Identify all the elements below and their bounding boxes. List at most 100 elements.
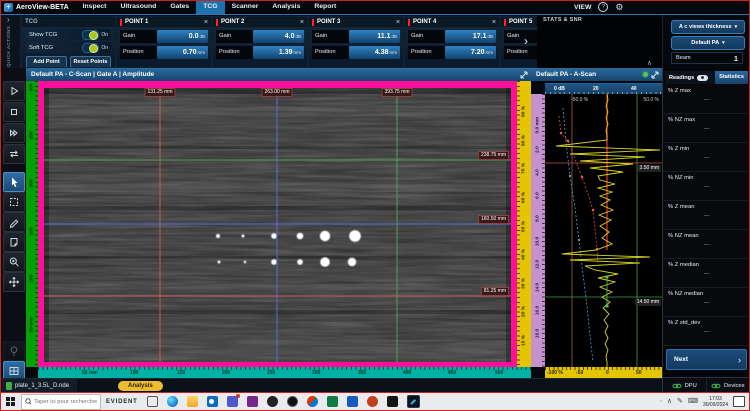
devices-status-button[interactable]: Devices (707, 378, 750, 393)
reading-row[interactable]: % NZ min--- (663, 172, 750, 201)
marquee-select-button[interactable] (3, 192, 25, 212)
pin-tool-button[interactable] (3, 341, 25, 361)
cscan-header[interactable]: Default PA - C-Scan | Gate A | Amplitude (26, 68, 531, 81)
cscan-scan-axis-ruler[interactable]: 300 250 200 150 100 50 mm (26, 81, 38, 367)
stop-button[interactable] (3, 102, 25, 122)
close-icon[interactable]: × (300, 19, 304, 26)
search-input[interactable] (34, 399, 97, 405)
scroll-panels-icon[interactable]: › (524, 35, 528, 47)
reading-row[interactable]: % Z std_dev--- (663, 317, 750, 346)
word-icon[interactable] (347, 396, 358, 407)
gain-value[interactable]: 4.0dB (253, 30, 304, 43)
pa-group-dropdown[interactable]: Default PA▾ (671, 36, 745, 50)
green-hcursor-label[interactable]: 238.75 mm (478, 151, 509, 160)
browser-globe-icon[interactable] (307, 396, 318, 407)
ascan-view[interactable]: -50.0 % 50.0 % 3.50 mm 14.50 mm (545, 94, 662, 367)
soft-tcg-toggle[interactable] (82, 43, 99, 53)
note-tool-button[interactable] (3, 232, 25, 252)
edge-browser-icon[interactable] (167, 396, 178, 407)
close-icon[interactable]: × (492, 19, 496, 26)
cscan-index-axis-ruler[interactable]: 50 mm 100 150 200 250 300 350 400 450 50… (38, 367, 531, 378)
zoom-tool-button[interactable] (3, 252, 25, 272)
reading-row[interactable]: % NZ median--- (663, 288, 750, 317)
powerpoint-icon[interactable] (367, 396, 378, 407)
ascan-depth-ruler[interactable]: 0.0 mm 2.0 4.0 6.0 8.0 10.0 12.0 14.0 16… (531, 94, 545, 367)
windows-start-icon[interactable] (6, 397, 15, 406)
menu-scanner[interactable]: Scanner (225, 0, 266, 14)
cscan-image[interactable]: 131.25 mm 263.00 mm 393.75 mm 238.75 mm … (44, 88, 511, 362)
tab-statistics[interactable]: Statistics (715, 71, 748, 84)
gain-value[interactable]: 0.0dB (157, 30, 208, 43)
next-button[interactable]: Next › (666, 349, 747, 370)
green-cursor-label[interactable]: 393.75 mm (381, 88, 412, 97)
reading-row[interactable]: % NZ mean--- (663, 230, 750, 259)
loop-playback-button[interactable] (3, 144, 25, 164)
expand-quick-actions-icon[interactable]: › (7, 15, 10, 24)
cscan-amplitude-ruler[interactable]: 90 % 80 % 70 % 60 % 50 % 40 % 30 % 20 % … (517, 81, 531, 367)
view-menu[interactable]: VIEW (574, 4, 591, 11)
annotate-pencil-button[interactable] (3, 212, 25, 232)
collapse-stats-icon[interactable]: ∧ (647, 59, 652, 67)
gain-value[interactable]: 11.1dB (349, 30, 400, 43)
position-value[interactable]: 7.20mm (445, 46, 496, 59)
analysis-mode-badge[interactable]: Analysis (118, 381, 163, 391)
fast-forward-button[interactable] (3, 123, 25, 143)
close-icon[interactable]: × (396, 19, 400, 26)
file-explorer-icon[interactable] (187, 396, 198, 407)
menu-tcg[interactable]: TCG (196, 0, 224, 14)
pointer-tool-button[interactable] (3, 172, 25, 192)
tray-pen-icon[interactable]: ✎ (677, 398, 683, 406)
excel-icon[interactable] (327, 396, 338, 407)
tray-hidden-icon[interactable]: ▫ (659, 398, 661, 406)
menu-analysis[interactable]: Analysis (265, 0, 307, 14)
dpu-status-button[interactable]: DPU (663, 378, 707, 393)
eye-toggle-icon[interactable] (697, 75, 708, 81)
settings-gear-icon[interactable]: ⚙ (615, 3, 623, 12)
views-layout-dropdown[interactable]: A c views thickness▾ (671, 20, 745, 34)
task-view-icon[interactable] (147, 396, 158, 407)
position-value[interactable]: 4.38mm (349, 46, 400, 59)
reading-row[interactable]: % Z min--- (663, 143, 750, 172)
beam-field[interactable]: Beam 1 (671, 52, 743, 64)
tray-chevron-up-icon[interactable]: ∧ (667, 398, 672, 406)
notification-center-icon[interactable] (733, 396, 745, 407)
depth-cursor-label-1[interactable]: 3.50 mm (638, 165, 661, 172)
menu-report[interactable]: Report (307, 0, 343, 14)
red-cursor-label[interactable]: 131.25 mm (144, 88, 175, 97)
file-tab[interactable]: plate_1_3.5L_D.nde (2, 379, 77, 392)
expand-view-icon[interactable] (651, 71, 659, 79)
play-button[interactable] (3, 81, 25, 101)
blue-hcursor-label[interactable]: 160.50 mm (478, 215, 509, 224)
reading-row[interactable]: % NZ max--- (663, 114, 750, 143)
menu-ultrasound[interactable]: Ultrasound (113, 0, 163, 14)
teams-icon[interactable] (227, 396, 238, 407)
expand-view-icon[interactable] (520, 71, 528, 79)
tray-keyboard-icon[interactable]: ⌨ (688, 398, 698, 406)
blue-cursor-label[interactable]: 263.00 mm (261, 88, 292, 97)
close-icon[interactable]: × (204, 19, 208, 26)
show-tcg-toggle[interactable] (82, 30, 99, 40)
reading-row[interactable]: % Z max--- (663, 85, 750, 114)
taskbar-search[interactable] (21, 394, 101, 410)
reading-row[interactable]: % Z median--- (663, 259, 750, 288)
ascan-header[interactable]: Default PA - A-Scan (531, 68, 662, 81)
ascan-amplitude-ruler[interactable]: -100 % -50 0 50 (545, 367, 662, 378)
menu-inspect[interactable]: Inspect (76, 0, 114, 14)
gain-value[interactable]: 17.1dB (445, 30, 496, 43)
app-icon[interactable] (267, 396, 278, 407)
red-hcursor-label[interactable]: 81.25 mm (481, 287, 509, 296)
help-icon[interactable]: ? (598, 2, 608, 12)
cscan-view[interactable]: 131.25 mm 263.00 mm 393.75 mm 238.75 mm … (38, 81, 517, 367)
reset-points-button[interactable]: Reset Points (70, 56, 111, 68)
menu-gates[interactable]: Gates (163, 0, 196, 14)
app-icon[interactable] (387, 396, 398, 407)
add-point-button[interactable]: Add Point (26, 56, 67, 68)
position-value[interactable]: 1.39mm (253, 46, 304, 59)
reading-row[interactable]: % Z mean--- (663, 201, 750, 230)
depth-cursor-label-2[interactable]: 14.50 mm (635, 299, 661, 306)
pan-tool-button[interactable] (3, 272, 25, 292)
tab-readings[interactable]: Readings (665, 75, 694, 81)
app-icon[interactable] (287, 396, 298, 407)
onenote-icon[interactable] (247, 396, 258, 407)
position-value[interactable]: 0.70mm (157, 46, 208, 59)
